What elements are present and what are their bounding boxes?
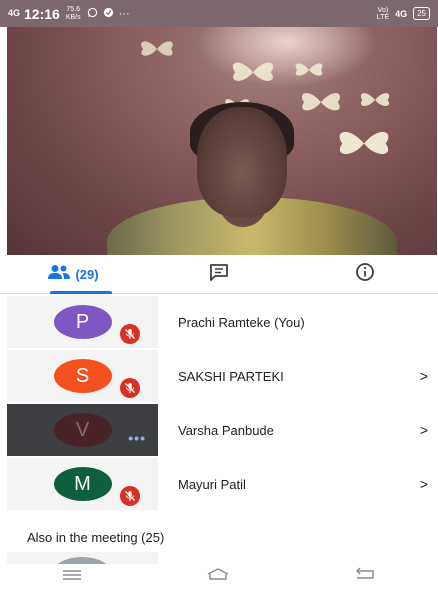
whatsapp-icon: [87, 7, 98, 21]
butterfly-decoration: [232, 62, 274, 81]
speed-value: 75.6: [66, 5, 81, 13]
menu-icon[interactable]: [61, 568, 83, 586]
people-icon: [47, 264, 71, 285]
speed-unit: KB/s: [65, 13, 81, 21]
signal-type: 4G: [395, 8, 408, 19]
speaker-face: [197, 107, 287, 217]
butterfly-decoration: [141, 41, 173, 56]
chevron-right-icon[interactable]: >: [420, 422, 428, 438]
avatar: P: [53, 305, 112, 339]
battery-icon: 25: [413, 7, 430, 20]
mic-off-icon: [120, 486, 140, 506]
butterfly-decoration: [360, 93, 390, 106]
status-bar: 4G 12:16 75.6 KB/s ··· Vo) LTE 4G 25: [0, 0, 438, 27]
participant-row[interactable]: M Mayuri Patil >: [7, 458, 438, 510]
avatar: V: [53, 413, 112, 447]
network-speed: 75.6 KB/s: [66, 6, 81, 22]
meeting-tabs: (29): [0, 255, 438, 294]
participant-name: Prachi Ramteke (You): [178, 314, 305, 330]
system-nav-bar: [0, 564, 438, 589]
tab-info[interactable]: [292, 255, 438, 293]
vpn-icon: [103, 7, 114, 21]
info-icon: [355, 262, 375, 287]
butterfly-decoration: [302, 93, 340, 111]
avatar: M: [53, 467, 112, 501]
more-notifications-icon: ···: [118, 7, 130, 20]
main-video-feed[interactable]: [7, 27, 437, 255]
participant-tile: M: [7, 458, 158, 510]
home-icon[interactable]: [205, 567, 231, 586]
network-type: 4G: [8, 8, 21, 18]
participant-tile: V •••: [7, 404, 158, 456]
volte-indicator: Vo) LTE: [376, 6, 390, 21]
participant-tile-partial[interactable]: [7, 552, 158, 564]
participant-tile: S: [7, 350, 158, 402]
participant-row[interactable]: P Prachi Ramteke (You): [7, 296, 438, 348]
chevron-right-icon[interactable]: >: [420, 476, 428, 492]
chevron-right-icon[interactable]: >: [420, 368, 428, 384]
participant-row[interactable]: V ••• Varsha Panbude >: [7, 404, 438, 456]
battery-level: 25: [417, 9, 426, 18]
also-in-meeting-heading: Also in the meeting (25): [27, 530, 165, 545]
chat-icon: [209, 263, 229, 286]
participant-tile: P: [7, 296, 158, 348]
speaking-indicator-icon: •••: [128, 430, 146, 446]
mic-off-icon: [120, 378, 140, 398]
participant-row[interactable]: S SAKSHI PARTEKI >: [7, 350, 438, 402]
participant-name: Varsha Panbude: [178, 422, 274, 438]
butterfly-decoration: [295, 63, 323, 76]
tab-people[interactable]: (29): [0, 255, 146, 294]
mic-off-icon: [120, 324, 140, 344]
tab-chat[interactable]: [146, 255, 292, 293]
participant-name: Mayuri Patil: [178, 476, 246, 492]
butterfly-decoration: [339, 131, 389, 155]
avatar: S: [53, 359, 112, 393]
participant-name: SAKSHI PARTEKI: [178, 368, 284, 384]
clock: 12:16: [24, 5, 60, 22]
participant-count: (29): [75, 266, 99, 282]
back-icon[interactable]: [353, 567, 377, 586]
